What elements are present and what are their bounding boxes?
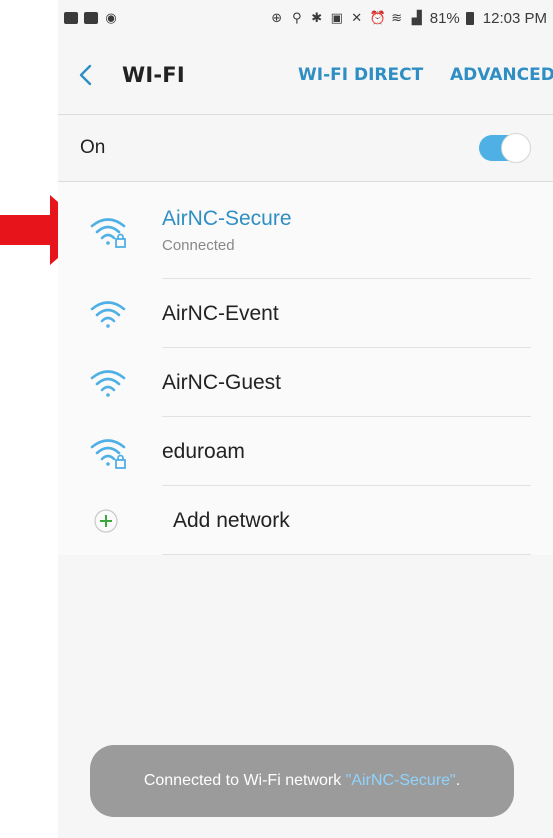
wifi-switch-label: On <box>80 137 106 158</box>
wifi-master-switch-row[interactable]: On <box>58 115 553 181</box>
wifi-icon <box>90 300 126 328</box>
network-list: AirNC-Secure Connected AirNC-Event AirNC… <box>58 182 553 555</box>
network-item-eduroam[interactable]: eduroam <box>58 417 553 486</box>
add-network-label: Add network <box>173 508 290 532</box>
toast-message: Connected to Wi-Fi network "AirNC-Secure… <box>144 770 460 792</box>
network-item-airnc-guest[interactable]: AirNC-Guest <box>58 348 553 417</box>
battery-icon <box>465 11 474 25</box>
battery-percent: 81% <box>429 9 460 27</box>
connection-toast: Connected to Wi-Fi network "AirNC-Secure… <box>90 745 514 817</box>
wifi-direct-button[interactable]: WI-FI DIRECT <box>298 36 423 114</box>
network-item-airnc-event[interactable]: AirNC-Event <box>58 279 553 348</box>
toast-period: . <box>455 772 461 789</box>
advanced-button[interactable]: ADVANCED <box>450 36 553 114</box>
wifi-icon <box>90 369 126 397</box>
wifi-lock-icon <box>90 438 126 469</box>
network-name: eduroam <box>162 439 245 463</box>
wifi-lock-icon <box>90 217 126 248</box>
wifi-toggle-switch[interactable] <box>479 133 531 163</box>
row-separator <box>162 554 531 555</box>
network-name: AirNC-Event <box>162 301 279 325</box>
location-icon: ⚲ <box>291 10 302 25</box>
gallery-icon <box>64 12 78 24</box>
plus-icon <box>94 508 118 533</box>
bluetooth-icon: ✱ <box>311 10 323 25</box>
status-bar: ◉ ⊕ ⚲ ✱ ▣ ✕ ⏰ ≋ ▟ 81% 12:03 PM <box>58 0 553 36</box>
status-system-icons: ⊕ ⚲ ✱ ▣ ✕ ⏰ ≋ ▟ 81% 12:03 PM <box>270 10 547 27</box>
phone-screen: ◉ ⊕ ⚲ ✱ ▣ ✕ ⏰ ≋ ▟ 81% 12:03 PM WI-FI WI-… <box>58 0 553 838</box>
nfc-icon: ▣ <box>330 10 343 25</box>
app-bar: WI-FI WI-FI DIRECT ADVANCED <box>58 36 553 114</box>
page-title: WI-FI <box>122 63 185 87</box>
status-notification-icons: ◉ <box>64 11 118 25</box>
network-name: AirNC-Guest <box>162 370 282 394</box>
toast-text: Connected to Wi-Fi network <box>143 772 346 789</box>
add-network-button[interactable]: Add network <box>58 486 553 555</box>
network-item-airnc-secure[interactable]: AirNC-Secure Connected <box>58 182 553 279</box>
signal-icon: ▟ <box>411 10 422 25</box>
mute-icon: ✕ <box>351 10 363 25</box>
compass-icon: ◉ <box>105 10 117 25</box>
toast-network-name: "AirNC-Secure" <box>345 772 456 789</box>
clock: 12:03 PM <box>482 9 547 27</box>
back-arrow-icon[interactable] <box>78 64 98 86</box>
network-status: Connected <box>162 237 235 254</box>
data-saver-icon: ⊕ <box>271 10 283 25</box>
linkedin-icon <box>84 12 98 24</box>
toggle-knob <box>501 133 531 163</box>
alarm-icon: ⏰ <box>369 10 386 25</box>
wifi-status-icon: ≋ <box>391 10 403 25</box>
network-name: AirNC-Secure <box>162 207 292 230</box>
